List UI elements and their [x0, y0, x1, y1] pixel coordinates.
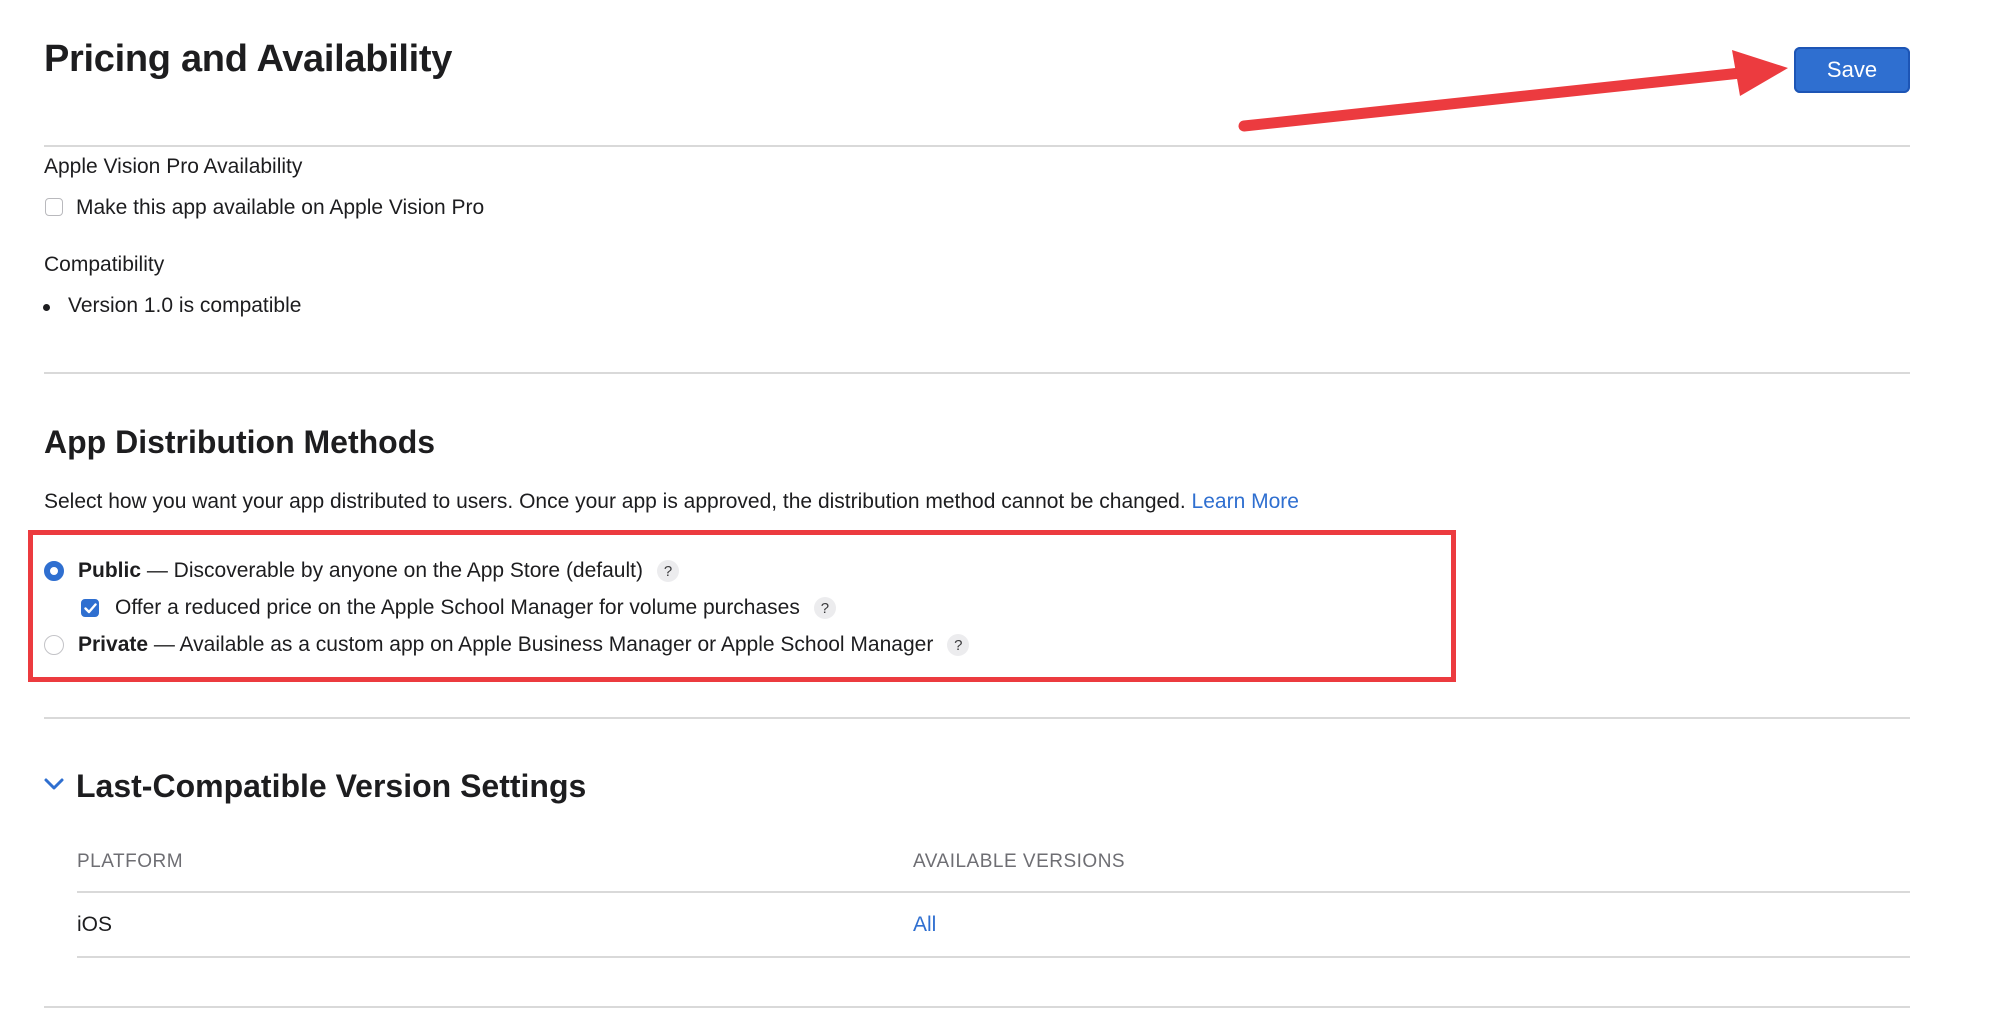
reduced-price-option[interactable]: Offer a reduced price on the Apple Schoo…	[81, 593, 836, 623]
table-cell-versions-link[interactable]: All	[913, 913, 936, 937]
learn-more-link[interactable]: Learn More	[1192, 490, 1299, 513]
public-help-icon[interactable]: ?	[656, 560, 679, 582]
vision-pro-heading: Apple Vision Pro Availability	[44, 155, 303, 178]
private-radio[interactable]	[44, 635, 64, 655]
table-header-divider	[77, 891, 1910, 893]
distribution-description-text: Select how you want your app distributed…	[44, 490, 1186, 513]
save-button[interactable]: Save	[1794, 47, 1910, 93]
section-divider	[44, 372, 1910, 374]
annotation-arrow	[1238, 50, 1788, 132]
private-label: Private — Available as a custom app on A…	[78, 633, 933, 657]
chevron-down-icon[interactable]	[43, 776, 65, 792]
compatibility-item: Version 1.0 is compatible	[68, 294, 302, 317]
vision-pro-checkbox-label: Make this app available on Apple Vision …	[76, 196, 485, 219]
public-label: Public — Discoverable by anyone on the A…	[78, 559, 643, 583]
header-divider	[44, 145, 1910, 147]
private-label-strong: Private	[78, 633, 149, 656]
distribution-title: App Distribution Methods	[44, 424, 436, 460]
section-divider	[44, 717, 1910, 719]
private-option[interactable]: Private — Available as a custom app on A…	[44, 630, 970, 660]
bullet-icon	[43, 304, 50, 311]
reduced-price-checkbox[interactable]	[81, 599, 99, 617]
column-header-available-versions: AVAILABLE VERSIONS	[913, 851, 1126, 872]
distribution-description: Select how you want your app distributed…	[44, 490, 1299, 514]
public-option[interactable]: Public — Discoverable by anyone on the A…	[44, 556, 679, 586]
public-label-strong: Public	[78, 559, 142, 582]
checkmark-icon	[83, 602, 97, 613]
compatibility-heading: Compatibility	[44, 253, 165, 276]
public-description: — Discoverable by anyone on the App Stor…	[141, 559, 643, 582]
reduced-price-help-icon[interactable]: ?	[813, 597, 836, 619]
table-cell-platform: iOS	[77, 913, 113, 936]
private-help-icon[interactable]: ?	[947, 634, 970, 656]
vision-pro-checkbox[interactable]	[45, 198, 63, 216]
table-row-divider	[77, 956, 1910, 958]
last-compatible-title[interactable]: Last-Compatible Version Settings	[76, 768, 586, 805]
column-header-platform: PLATFORM	[77, 851, 184, 872]
page-title: Pricing and Availability	[44, 38, 453, 80]
private-description: — Available as a custom app on Apple Bus…	[148, 633, 934, 656]
public-radio[interactable]	[44, 561, 64, 581]
reduced-price-label: Offer a reduced price on the Apple Schoo…	[115, 596, 800, 619]
section-divider	[44, 1006, 1910, 1008]
